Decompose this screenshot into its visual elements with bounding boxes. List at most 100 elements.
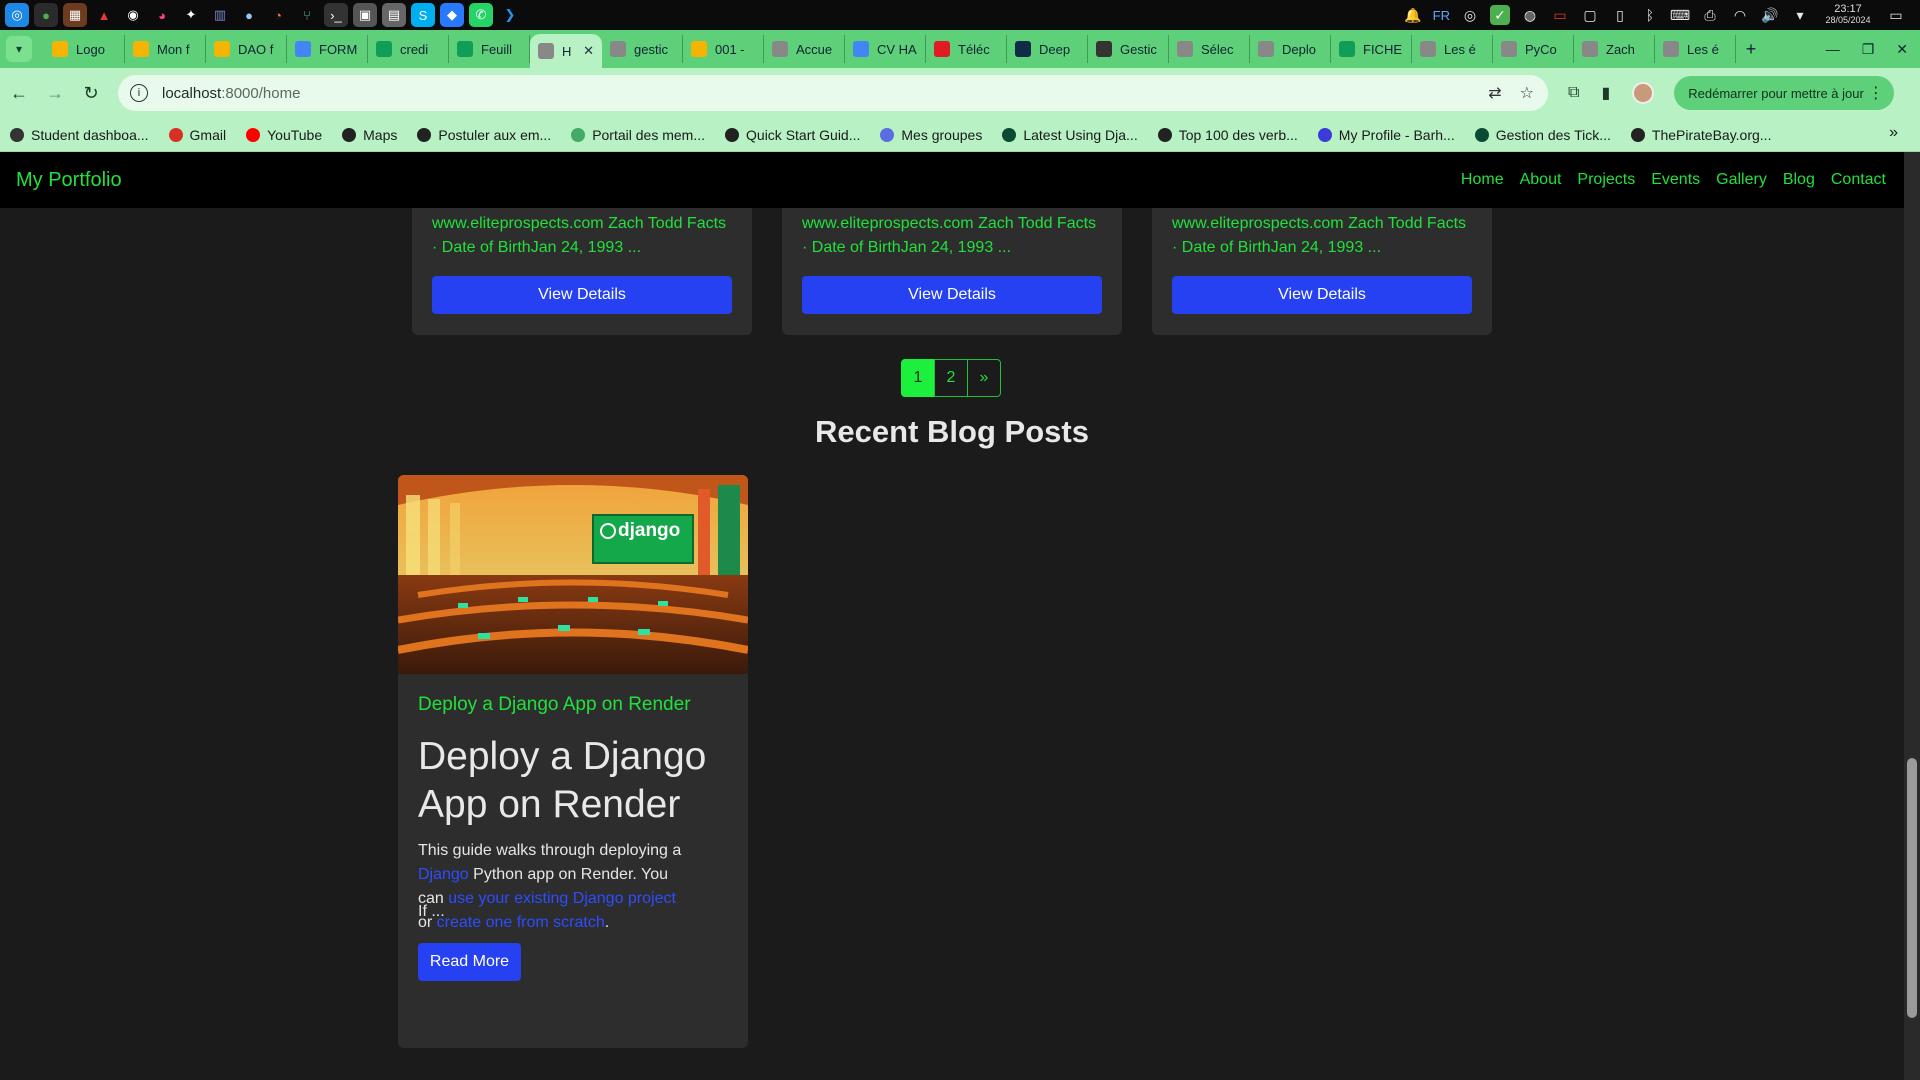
browser-tab[interactable]: Mon f <box>125 35 206 63</box>
nav-link-gallery[interactable]: Gallery <box>1716 171 1767 189</box>
app-brown-icon[interactable]: ▦ <box>63 3 87 27</box>
bookmark-item[interactable]: Postuler aux em... <box>417 127 551 143</box>
close-tab-icon[interactable]: ✕ <box>583 43 594 59</box>
django-link[interactable]: Django <box>418 866 469 883</box>
nav-link-about[interactable]: About <box>1520 171 1562 189</box>
chevron-down-icon[interactable]: ▾ <box>1790 5 1810 25</box>
scrollbar-thumb[interactable] <box>1907 758 1917 1018</box>
bookmark-item[interactable]: Mes groupes <box>880 127 982 143</box>
app-cat-icon[interactable]: ✦ <box>179 3 203 27</box>
browser-tab[interactable]: FICHE <box>1331 35 1412 63</box>
messenger-icon[interactable]: ◆ <box>440 3 464 27</box>
browser-tab[interactable]: credi <box>368 35 449 63</box>
keyboard-icon[interactable]: ⌨ <box>1670 5 1690 25</box>
bookmark-item[interactable]: My Profile - Barh... <box>1317 127 1455 143</box>
view-details-button[interactable]: View Details <box>802 276 1102 314</box>
printer-icon[interactable]: ⎙ <box>1700 5 1720 25</box>
restore-icon[interactable]: ❐ <box>1862 41 1875 58</box>
page-link-1[interactable]: 1 <box>901 359 935 397</box>
browser-tab[interactable]: Gestic <box>1088 35 1169 63</box>
profile-avatar[interactable] <box>1632 82 1655 104</box>
browser-tab[interactable]: Zach <box>1574 35 1655 63</box>
browser-tab[interactable]: H ✕ <box>530 34 602 68</box>
translate-icon[interactable]: ⇄ <box>1488 83 1501 103</box>
site-info-icon[interactable]: i <box>130 84 148 102</box>
app-folder-icon[interactable]: ▤ <box>382 3 406 27</box>
browser-tab[interactable]: Sélec <box>1169 35 1250 63</box>
nav-link-events[interactable]: Events <box>1651 171 1700 189</box>
blog-post-image[interactable]: django <box>398 475 748 674</box>
app-fork-icon[interactable]: ⑂ <box>295 3 319 27</box>
app-color-wheel-icon[interactable]: ◕ <box>150 3 174 27</box>
system-menu-icon[interactable]: ◎ <box>5 3 29 27</box>
more-bookmarks-icon[interactable]: » <box>1889 124 1898 142</box>
extensions-icon[interactable]: ⧉ <box>1568 84 1579 102</box>
new-tab-button[interactable]: + <box>1736 35 1766 63</box>
browser-tab[interactable]: PyCo <box>1493 35 1574 63</box>
bookmark-item[interactable]: Top 100 des verb... <box>1157 127 1298 143</box>
forward-button[interactable]: → <box>38 76 72 110</box>
bookmark-item[interactable]: Maps <box>342 127 397 143</box>
wifi-icon[interactable]: ◠ <box>1730 5 1750 25</box>
bookmark-item[interactable]: Portail des mem... <box>571 127 705 143</box>
browser-tab[interactable]: Les é <box>1412 35 1493 63</box>
reload-button[interactable]: ↻ <box>74 76 108 110</box>
terminal-icon[interactable]: ›_ <box>324 3 348 27</box>
browser-tab[interactable]: Deep <box>1007 35 1088 63</box>
app-palette-icon[interactable]: ◔ <box>266 3 290 27</box>
tab-search-button[interactable]: ▾ <box>6 36 32 62</box>
whatsapp-icon[interactable]: ✆ <box>469 3 493 27</box>
bookmark-item[interactable]: ThePirateBay.org... <box>1630 127 1771 143</box>
clock[interactable]: 23:17 28/05/2024 <box>1820 4 1876 26</box>
app-aperture-icon[interactable]: ◉ <box>121 3 145 27</box>
browser-tab[interactable]: Deplo <box>1250 35 1331 63</box>
read-more-button[interactable]: Read More <box>418 943 521 981</box>
app-dot-icon[interactable]: ● <box>237 3 261 27</box>
browser-tab[interactable]: Les é <box>1655 35 1736 63</box>
vscode-icon[interactable]: ❯ <box>498 3 522 27</box>
back-button[interactable]: ← <box>2 76 36 110</box>
notification-bell-icon[interactable]: 🔔 <box>1403 5 1423 25</box>
bookmark-item[interactable]: Student dashboa... <box>10 127 149 143</box>
bookmark-star-icon[interactable]: ☆ <box>1520 83 1534 103</box>
tray-circle-icon[interactable]: ◎ <box>1460 5 1480 25</box>
browser-tab[interactable]: Feuill <box>449 35 530 63</box>
create-from-scratch-link[interactable]: create one from scratch <box>437 914 605 931</box>
existing-project-link[interactable]: use your existing Django project <box>448 890 676 907</box>
bluetooth-icon[interactable]: ᛒ <box>1640 5 1660 25</box>
browser-tab[interactable]: 001 - <box>683 35 764 63</box>
browser-tab[interactable]: DAO f <box>206 35 287 63</box>
bookmark-item[interactable]: Gmail <box>168 127 226 143</box>
bookmark-item[interactable]: Latest Using Dja... <box>1002 127 1138 143</box>
bookmark-item[interactable]: YouTube <box>246 127 322 143</box>
tray-check-icon[interactable]: ✓ <box>1490 5 1510 25</box>
browser-tab[interactable]: Accue <box>764 35 845 63</box>
browser-tab[interactable]: Logo <box>44 35 125 63</box>
tray-window-icon[interactable]: ▢ <box>1580 5 1600 25</box>
close-window-icon[interactable]: ✕ <box>1896 41 1908 58</box>
view-details-button[interactable]: View Details <box>432 276 732 314</box>
page-link-next[interactable]: » <box>967 359 1001 397</box>
nav-link-blog[interactable]: Blog <box>1783 171 1815 189</box>
browser-tab[interactable]: CV HA <box>845 35 926 63</box>
bookmark-item[interactable]: Gestion des Tick... <box>1474 127 1611 143</box>
browser-tab[interactable]: FORM <box>287 35 368 63</box>
page-scrollbar[interactable] <box>1904 152 1920 1080</box>
nav-link-contact[interactable]: Contact <box>1831 171 1886 189</box>
bookmark-item[interactable]: Quick Start Guid... <box>725 127 860 143</box>
nav-link-projects[interactable]: Projects <box>1577 171 1635 189</box>
skype-icon[interactable]: S <box>411 3 435 27</box>
chrome-app-icon[interactable]: ● <box>34 3 58 27</box>
keyboard-language[interactable]: FR <box>1433 8 1450 23</box>
address-bar[interactable]: i localhost:8000/home ⇄ ☆ <box>118 75 1548 111</box>
app-red-triangle-icon[interactable]: ▲ <box>92 3 116 27</box>
tray-phone-icon[interactable]: ▯ <box>1610 5 1630 25</box>
site-brand-link[interactable]: My Portfolio <box>16 169 122 192</box>
update-button[interactable]: Redémarrer pour mettre à jour ⋮ <box>1674 76 1894 110</box>
browser-tab[interactable]: gestic <box>602 35 683 63</box>
tray-screen-icon[interactable]: ▭ <box>1550 5 1570 25</box>
show-desktop-icon[interactable]: ▭ <box>1886 5 1906 25</box>
blog-post-link[interactable]: Deploy a Django App on Render <box>418 694 691 716</box>
minimize-icon[interactable]: — <box>1826 41 1840 57</box>
browser-tab[interactable]: Téléc <box>926 35 1007 63</box>
